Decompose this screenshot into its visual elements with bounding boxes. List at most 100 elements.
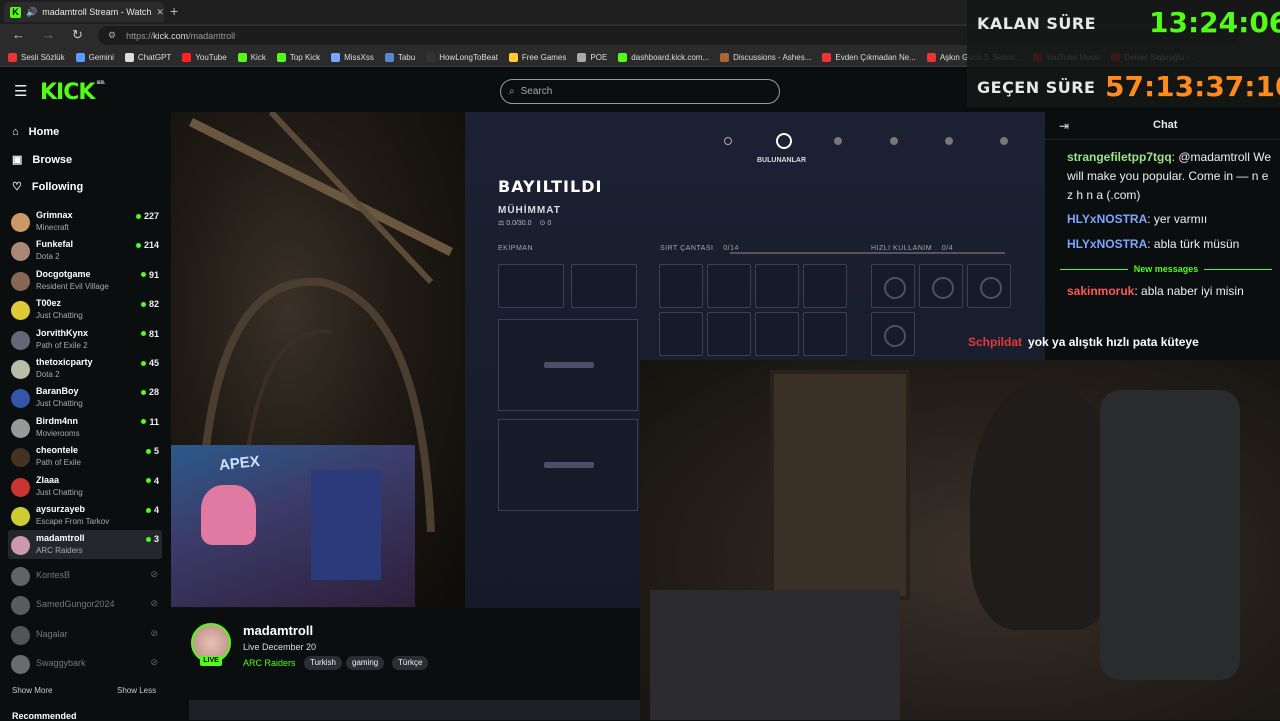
menu-icon[interactable]: ☰	[14, 82, 27, 100]
nav-home[interactable]: ⌂ Home	[12, 126, 59, 138]
quick-use-slot[interactable]	[919, 264, 963, 308]
chat-message: HLYxNOSTRA: yer varmıı	[1067, 212, 1208, 226]
quick-use-slot[interactable]	[967, 264, 1011, 308]
channel-avatar	[11, 389, 30, 409]
browser-tab[interactable]: K 🔊 madamtroll Stream - Watch ✕	[4, 2, 164, 22]
new-tab-icon[interactable]: +	[170, 3, 178, 19]
bookmark-item[interactable]: Top Kick	[276, 52, 320, 62]
stream-tag[interactable]: gaming	[346, 656, 385, 670]
url-host: kick.com	[153, 30, 189, 41]
sidebar-channel-funkefal[interactable]: Funkefal Dota 2 214	[8, 236, 162, 265]
bookmark-item[interactable]: POE	[577, 52, 607, 62]
sidebar-channel-t00ez[interactable]: T00ez Just Chatting 82	[8, 295, 162, 324]
quick-use-slot[interactable]	[871, 312, 915, 356]
backpack-label: SIRT ÇANTASI 0/14	[660, 245, 739, 252]
bookmark-item[interactable]: ChatGPT	[124, 52, 171, 62]
weapon-slot-2[interactable]	[498, 419, 638, 511]
quick-use-slot[interactable]	[871, 264, 915, 308]
bookmark-item[interactable]: YouTube	[182, 52, 227, 62]
viewer-count: 227	[135, 211, 159, 221]
equipment-slot[interactable]	[498, 264, 564, 308]
stream-tag[interactable]: Türkçe	[392, 656, 429, 670]
bookmark-item[interactable]: Sesli Sözlük	[8, 52, 65, 62]
bookmark-item[interactable]: Kick	[237, 52, 266, 62]
back-icon[interactable]: ←	[12, 27, 25, 42]
reload-icon[interactable]: ↻	[72, 27, 83, 43]
backpack-slot[interactable]	[755, 264, 799, 308]
streamer-name[interactable]: madamtroll	[243, 623, 313, 638]
kick-logo[interactable]: KICK BETA	[40, 80, 105, 105]
chat-user[interactable]: HLYxNOSTRA	[1067, 212, 1147, 226]
backpack-slot[interactable]	[803, 264, 847, 308]
sidebar: ⌂ Home ▣ Browse ♡ Following Grimnax Minecraf…	[0, 112, 170, 720]
chat-user[interactable]: sakinmoruk	[1067, 284, 1134, 298]
sidebar-channel-kontesb[interactable]: KontesB ⊘	[8, 561, 162, 590]
sidebar-channel-nagalar[interactable]: Nagalar ⊘	[8, 620, 162, 649]
stream-category[interactable]: ARC Raiders	[243, 658, 296, 668]
tab-close-icon[interactable]: ✕	[156, 7, 164, 18]
equipment-slot[interactable]	[571, 264, 637, 308]
weapon-slot-1[interactable]	[498, 319, 638, 411]
collapse-chat-icon[interactable]: ⇥	[1059, 119, 1069, 133]
backpack-slot[interactable]	[659, 264, 703, 308]
chat-user[interactable]: HLYxNOSTRA	[1067, 237, 1147, 251]
step-label: BULUNANLAR	[757, 157, 806, 164]
backpack-slot[interactable]	[659, 312, 703, 356]
site-info-icon[interactable]: ⚙	[108, 30, 116, 41]
live-dot-icon	[140, 301, 146, 307]
rifle-icon	[544, 362, 594, 368]
bookmark-item[interactable]: Evden Çıkmadan Ne...	[822, 52, 916, 62]
backpack-slot[interactable]	[755, 312, 799, 356]
sidebar-channel-grimnax[interactable]: Grimnax Minecraft 227	[8, 207, 162, 236]
sidebar-channel-jorvithkynx[interactable]: JorvithKynx Path of Exile 2 81	[8, 325, 162, 354]
bookmark-item[interactable]: Free Games	[508, 52, 566, 62]
backpack-slot[interactable]	[707, 264, 751, 308]
nav-following[interactable]: ♡ Following	[12, 180, 83, 194]
step-dot[interactable]	[724, 137, 732, 145]
sidebar-channel-zlaaa[interactable]: Zlaaa Just Chatting 4	[8, 472, 162, 501]
step-dot-active[interactable]	[776, 133, 792, 149]
step-dot[interactable]	[1000, 137, 1008, 145]
bookmark-item[interactable]: dashboard.kick.com...	[618, 52, 709, 62]
channel-avatar	[11, 655, 30, 675]
search-placeholder: Search	[520, 86, 553, 97]
chat-user[interactable]: strangefiletpp7tgq	[1067, 150, 1172, 164]
sidebar-channel-birdm4nn[interactable]: Birdm4nn Movierooms 11	[8, 413, 162, 442]
live-dot-icon	[140, 272, 146, 278]
nav-browse[interactable]: ▣ Browse	[12, 153, 72, 167]
viewer-count: 45	[140, 358, 159, 368]
sidebar-channel-swaggybark[interactable]: Swaggybark ⊘	[8, 649, 162, 678]
bookmark-favicon-icon	[8, 52, 17, 62]
sidebar-channel-aysurzayeb[interactable]: aysurzayeb Escape From Tarkov 4	[8, 501, 162, 530]
sidebar-channel-docgotgame[interactable]: Docgotgame Resident Evil Village 91	[8, 266, 162, 295]
sidebar-channel-madamtroll[interactable]: madamtroll ARC Raiders 3	[8, 530, 162, 560]
search-input[interactable]: ⌕ Search	[500, 79, 780, 104]
sidebar-channel-samedgungor2024[interactable]: SamedGungor2024 ⊘	[8, 590, 162, 619]
backpack-slot[interactable]	[707, 312, 751, 356]
bookmark-item[interactable]: Discussions - Ashes...	[720, 52, 811, 62]
sidebar-channel-thetoxicparty[interactable]: thetoxicparty Dota 2 45	[8, 354, 162, 383]
step-dot[interactable]	[834, 137, 842, 145]
sidebar-channel-cheontele[interactable]: cheontele Path of Exile 5	[8, 442, 162, 471]
sidebar-channel-baranboy[interactable]: BaranBoy Just Chatting 28	[8, 383, 162, 412]
bookmark-item[interactable]: Tabu	[384, 52, 415, 62]
bookmark-item[interactable]: MissXss	[331, 52, 374, 62]
live-dot-icon	[135, 242, 141, 248]
speaker-icon[interactable]: 🔊	[26, 7, 37, 18]
chat-message: strangefiletpp7tgq: @madamtroll We will …	[1067, 150, 1271, 202]
forward-icon[interactable]: →	[42, 27, 55, 42]
show-less-button[interactable]: Show Less	[117, 686, 156, 695]
bookmark-item[interactable]: Gemini	[75, 52, 114, 62]
show-more-button[interactable]: Show More	[12, 686, 52, 695]
backpack-slot[interactable]	[803, 312, 847, 356]
gaming-chair	[1100, 390, 1240, 680]
step-dot[interactable]	[890, 137, 898, 145]
step-dot[interactable]	[945, 137, 953, 145]
bookmark-favicon-icon	[822, 52, 832, 62]
channel-category: Minecraft	[36, 223, 69, 232]
stream-tag[interactable]: Turkish	[304, 656, 342, 670]
channel-category: Just Chatting	[36, 487, 83, 497]
live-dot-icon	[145, 448, 151, 454]
bookmark-item[interactable]: HowLongToBeat	[426, 52, 498, 62]
browse-icon: ▣	[12, 154, 23, 166]
